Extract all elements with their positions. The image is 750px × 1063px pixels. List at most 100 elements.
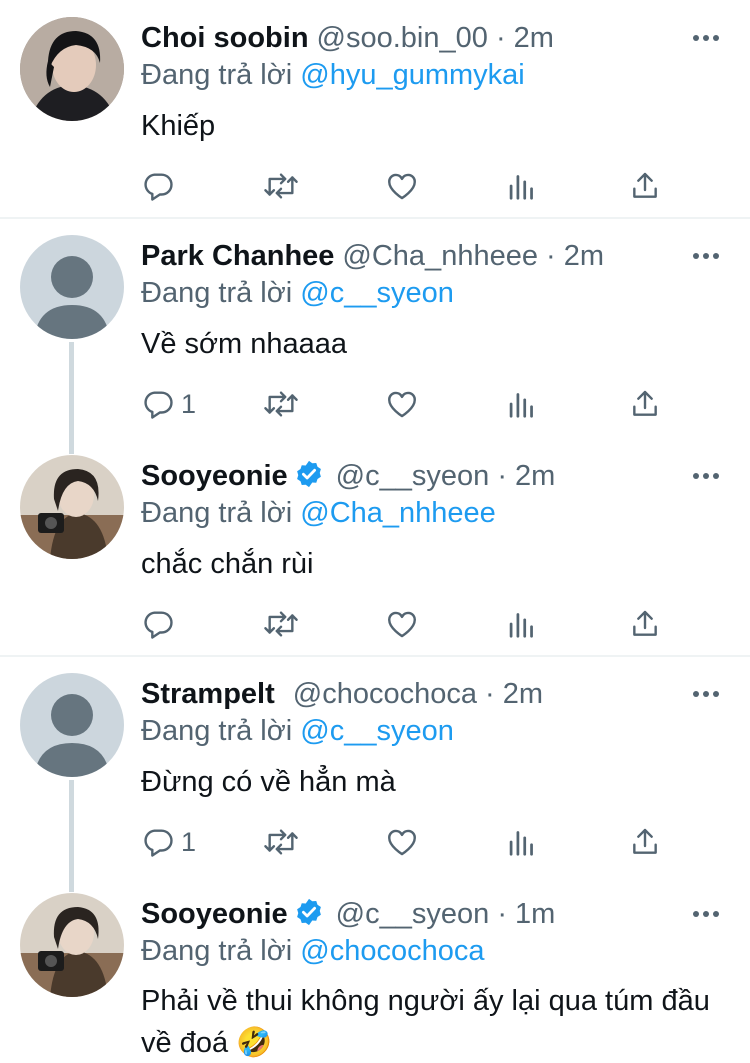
avatar[interactable] (20, 893, 124, 997)
retweet-button[interactable] (262, 386, 300, 422)
analytics-button[interactable] (507, 606, 537, 642)
retweet-icon (264, 391, 298, 417)
tweet-header: Choi soobin @soo.bin_00 · 2m (141, 20, 670, 56)
tweet-text: chắc chắn rùi (141, 548, 314, 580)
retweet-button[interactable] (262, 168, 300, 204)
more-options-icon[interactable] (692, 902, 720, 926)
reply-count: 1 (181, 388, 197, 419)
more-options-icon[interactable] (692, 26, 720, 50)
tweet-actions (141, 606, 681, 642)
more-options-icon[interactable] (692, 244, 720, 268)
like-button[interactable] (385, 824, 419, 860)
avatar-photo (20, 893, 124, 997)
display-name[interactable]: Sooyeonie (141, 898, 288, 930)
tweet-header: Strampelt @chocochoca · 2m (141, 676, 670, 712)
like-button[interactable] (385, 168, 419, 204)
separator-dot: · (485, 678, 495, 710)
share-icon (633, 828, 657, 854)
avatar[interactable] (20, 235, 124, 339)
replying-to-label: Đang trả lời (141, 59, 293, 91)
user-handle[interactable]: @Cha_nhheee (342, 240, 538, 272)
tweet[interactable]: Choi soobin @soo.bin_00 · 2m Đang trả lời… (0, 0, 750, 218)
tweet-actions: 1 (141, 824, 681, 860)
analytics-icon (509, 393, 533, 418)
replying-to-label: Đang trả lời (141, 935, 293, 967)
display-name[interactable]: Park Chanhee (141, 240, 334, 272)
user-handle[interactable]: @c__syeon (336, 460, 490, 492)
mention-link[interactable]: @c__syeon (300, 715, 454, 747)
analytics-button[interactable] (507, 168, 537, 204)
like-button[interactable] (385, 386, 419, 422)
avatar[interactable] (20, 673, 124, 777)
more-options-icon[interactable] (692, 464, 720, 488)
tweet[interactable]: Sooyeonie @c__syeon · 2m Đang trả lời @Ch… (0, 438, 750, 656)
timestamp[interactable]: 2m (503, 678, 543, 710)
reply-button[interactable]: 1 (141, 824, 196, 860)
tweet-actions (141, 168, 681, 204)
retweet-button[interactable] (262, 824, 300, 860)
more-options-icon[interactable] (692, 682, 720, 706)
mention-link[interactable]: @Cha_nhheee (300, 497, 496, 529)
heart-icon (388, 391, 416, 418)
replying-to-label: Đang trả lời (141, 715, 293, 747)
tweet-header: Park Chanhee @Cha_nhheee · 2m (141, 238, 670, 274)
timestamp[interactable]: 2m (514, 22, 554, 54)
share-button[interactable] (629, 168, 661, 204)
reply-icon (144, 829, 173, 857)
reply-feed: Choi soobin @soo.bin_00 · 2m Đang trả lời… (0, 0, 750, 1063)
user-handle[interactable]: @chocochoca (293, 678, 477, 710)
tweet-text: Đừng có về hẳn mà (141, 766, 396, 798)
analytics-icon (509, 175, 533, 200)
reply-button[interactable] (141, 606, 181, 642)
share-icon (633, 172, 657, 198)
replying-to: Đang trả lời @c__syeon (141, 713, 454, 749)
reply-button[interactable]: 1 (141, 386, 196, 422)
separator-dot: · (497, 460, 507, 492)
user-handle[interactable]: @soo.bin_00 (317, 22, 488, 54)
tweet-header: Sooyeonie @c__syeon · 2m (141, 458, 670, 494)
reply-icon (144, 391, 173, 419)
replying-to: Đang trả lời @Cha_nhheee (141, 495, 496, 531)
verified-badge-icon (296, 898, 321, 926)
heart-icon (388, 611, 416, 638)
share-button[interactable] (629, 824, 661, 860)
like-button[interactable] (385, 606, 419, 642)
reply-button[interactable] (141, 168, 181, 204)
reply-icon (144, 173, 173, 201)
retweet-button[interactable] (262, 606, 300, 642)
tweet-header: Sooyeonie @c__syeon · 1m (141, 896, 670, 932)
tweet[interactable]: Sooyeonie @c__syeon · 1m Đang trả lời @ch… (0, 876, 750, 1063)
replying-to: Đang trả lời @hyu_gummykai (141, 57, 525, 93)
display-name[interactable]: Sooyeonie (141, 460, 288, 492)
mention-link[interactable]: @hyu_gummykai (300, 59, 524, 91)
retweet-icon (264, 829, 298, 855)
mention-link[interactable]: @c__syeon (300, 277, 454, 309)
analytics-button[interactable] (507, 386, 537, 422)
tweet-text: Về sớm nhaaaa (141, 328, 348, 360)
replying-to-label: Đang trả lời (141, 277, 293, 309)
avatar[interactable] (20, 17, 124, 121)
share-button[interactable] (629, 386, 661, 422)
avatar-photo (20, 17, 124, 121)
analytics-button[interactable] (507, 824, 537, 860)
separator-dot: · (495, 22, 506, 54)
display-name[interactable]: Strampelt (141, 678, 275, 710)
reply-icon (144, 611, 173, 639)
user-handle[interactable]: @c__syeon (336, 898, 490, 930)
tweet[interactable]: Strampelt @chocochoca · 2m Đang trả lời @… (0, 656, 750, 892)
replying-to-label: Đang trả lời (141, 497, 293, 529)
separator-dot: · (497, 898, 507, 930)
mention-link[interactable]: @chocochoca (300, 935, 484, 967)
timestamp[interactable]: 1m (515, 898, 555, 930)
share-button[interactable] (629, 606, 661, 642)
tweet[interactable]: Park Chanhee @Cha_nhheee · 2m Đang trả lờ… (0, 218, 750, 454)
avatar[interactable] (20, 455, 124, 559)
heart-icon (388, 829, 416, 856)
replying-to: Đang trả lời @chocochoca (141, 933, 484, 969)
timestamp[interactable]: 2m (515, 460, 555, 492)
reply-count: 1 (181, 826, 197, 857)
retweet-icon (264, 611, 298, 637)
timestamp[interactable]: 2m (564, 240, 604, 272)
share-icon (633, 610, 657, 636)
display-name[interactable]: Choi soobin (141, 22, 309, 54)
